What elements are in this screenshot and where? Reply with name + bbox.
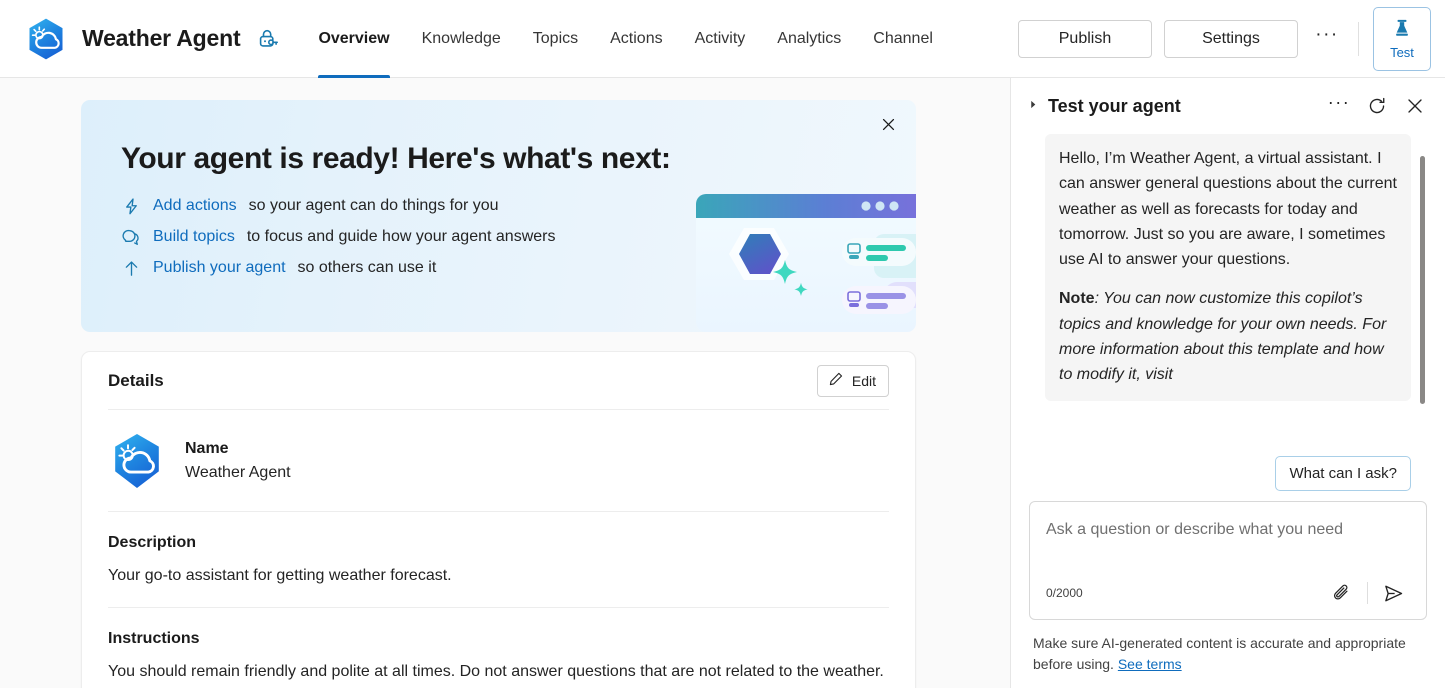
agent-note-text: Note: You can now customize this copilot… — [1059, 286, 1397, 387]
banner-title: Your agent is ready! Here's what's next: — [121, 142, 916, 176]
more-options-icon[interactable]: ··· — [1327, 94, 1351, 118]
note-label: Note — [1059, 290, 1095, 307]
instructions-label: Instructions — [108, 630, 889, 648]
agent-title: Weather Agent — [82, 25, 240, 52]
banner-close-button[interactable] — [872, 110, 904, 142]
details-description-block: Description Your go-to assistant for get… — [108, 512, 889, 608]
send-icon[interactable] — [1376, 578, 1410, 608]
details-card-header: Details Edit — [108, 352, 889, 410]
test-panel-title: Test your agent — [1048, 96, 1181, 117]
banner-text-add-actions: so your agent can do things for you — [249, 197, 499, 215]
agent-greeting-text: Hello, I’m Weather Agent, a virtual assi… — [1059, 146, 1397, 272]
tab-activity[interactable]: Activity — [679, 0, 762, 78]
test-your-agent-panel: Test your agent ··· — [1010, 78, 1445, 688]
chat-scroll-clip: Hello, I’m Weather Agent, a virtual assi… — [1029, 134, 1411, 472]
banner-text-build-topics: to focus and guide how your agent answer… — [247, 228, 556, 246]
lock-with-key-icon[interactable] — [256, 27, 280, 51]
header-actions: Publish Settings ··· Test — [1018, 7, 1431, 71]
weather-agent-hexagon-logo-icon — [24, 17, 68, 61]
publish-button[interactable]: Publish — [1018, 20, 1152, 58]
details-instructions-block: Instructions You should remain friendly … — [108, 608, 889, 688]
tab-actions[interactable]: Actions — [594, 0, 678, 78]
instructions-value: You should remain friendly and polite at… — [108, 660, 889, 683]
banner-content: Your agent is ready! Here's what's next:… — [81, 100, 916, 278]
paperclip-icon[interactable] — [1325, 578, 1359, 608]
pencil-icon — [828, 371, 844, 390]
banner-item-add-actions: Add actions so your agent can do things … — [121, 196, 916, 216]
more-options-icon[interactable]: ··· — [1310, 22, 1344, 56]
composer-tools — [1325, 578, 1410, 608]
tab-overview[interactable]: Overview — [302, 0, 405, 78]
chat-scrollbar[interactable] — [1420, 156, 1425, 404]
test-button[interactable]: Test — [1373, 7, 1431, 71]
banner-link-add-actions[interactable]: Add actions — [153, 197, 237, 215]
arrow-up-icon — [121, 258, 141, 278]
main-navigation-tabs: Overview Knowledge Topics Actions Activi… — [302, 0, 948, 78]
details-name-block: Name Weather Agent — [185, 440, 291, 482]
name-label: Name — [185, 440, 291, 458]
close-icon — [880, 116, 897, 136]
details-title: Details — [108, 371, 164, 391]
banner-next-steps-list: Add actions so your agent can do things … — [121, 196, 916, 278]
ai-disclaimer: Make sure AI-generated content is accura… — [1029, 633, 1427, 674]
getting-started-banner: Your agent is ready! Here's what's next:… — [81, 100, 916, 332]
name-value: Weather Agent — [185, 464, 291, 482]
banner-item-build-topics: Build topics to focus and guide how your… — [121, 227, 916, 247]
test-panel-header: Test your agent ··· — [1029, 78, 1427, 134]
details-name-row: Name Weather Agent — [108, 410, 889, 512]
lightning-bolt-icon — [121, 196, 141, 216]
agent-avatar-icon — [108, 432, 166, 490]
chat-input-placeholder[interactable]: Ask a question or describe what you need — [1046, 518, 1410, 568]
chat-composer[interactable]: Ask a question or describe what you need… — [1029, 501, 1427, 620]
beaker-icon — [1391, 17, 1413, 42]
refresh-icon[interactable] — [1365, 94, 1389, 118]
edit-button-label: Edit — [852, 373, 876, 389]
agent-message-bubble: Hello, I’m Weather Agent, a virtual assi… — [1045, 134, 1411, 401]
composer-divider — [1367, 582, 1368, 604]
chat-transcript-area: Hello, I’m Weather Agent, a virtual assi… — [1029, 134, 1427, 472]
details-card: Details Edit — [81, 351, 916, 688]
character-counter: 0/2000 — [1046, 586, 1083, 600]
banner-link-publish-agent[interactable]: Publish your agent — [153, 259, 286, 277]
description-label: Description — [108, 534, 889, 552]
banner-link-build-topics[interactable]: Build topics — [153, 228, 235, 246]
settings-button[interactable]: Settings — [1164, 20, 1298, 58]
close-icon[interactable] — [1403, 94, 1427, 118]
chat-bubbles-icon — [121, 227, 141, 247]
tab-analytics[interactable]: Analytics — [761, 0, 857, 78]
suggestion-chip-what-can-i-ask[interactable]: What can I ask? — [1275, 456, 1411, 491]
test-panel-actions: ··· — [1327, 94, 1427, 118]
tab-topics[interactable]: Topics — [517, 0, 594, 78]
body-wrapper: Your agent is ready! Here's what's next:… — [0, 78, 1445, 688]
note-body: : You can now customize this copilot’s t… — [1059, 290, 1386, 383]
header-divider — [1358, 22, 1359, 56]
main-inner-column: Your agent is ready! Here's what's next:… — [81, 100, 916, 688]
disclaimer-text: Make sure AI-generated content is accura… — [1033, 635, 1406, 671]
brand-block: Weather Agent — [24, 17, 280, 61]
banner-text-publish-agent: so others can use it — [298, 259, 437, 277]
edit-details-button[interactable]: Edit — [817, 365, 889, 397]
app-root: Weather Agent Overview Knowledge Topics … — [0, 0, 1445, 688]
test-button-label: Test — [1390, 45, 1414, 60]
app-header: Weather Agent Overview Knowledge Topics … — [0, 0, 1445, 78]
composer-footer: 0/2000 — [1046, 578, 1410, 608]
suggestion-row: What can I ask? — [1029, 456, 1427, 499]
description-value: Your go-to assistant for getting weather… — [108, 564, 889, 587]
tab-channel[interactable]: Channel — [857, 0, 949, 78]
caret-right-icon[interactable] — [1029, 100, 1038, 112]
tab-knowledge[interactable]: Knowledge — [406, 0, 517, 78]
see-terms-link[interactable]: See terms — [1118, 656, 1182, 672]
main-content-area: Your agent is ready! Here's what's next:… — [0, 78, 1010, 688]
banner-item-publish-agent: Publish your agent so others can use it — [121, 258, 916, 278]
